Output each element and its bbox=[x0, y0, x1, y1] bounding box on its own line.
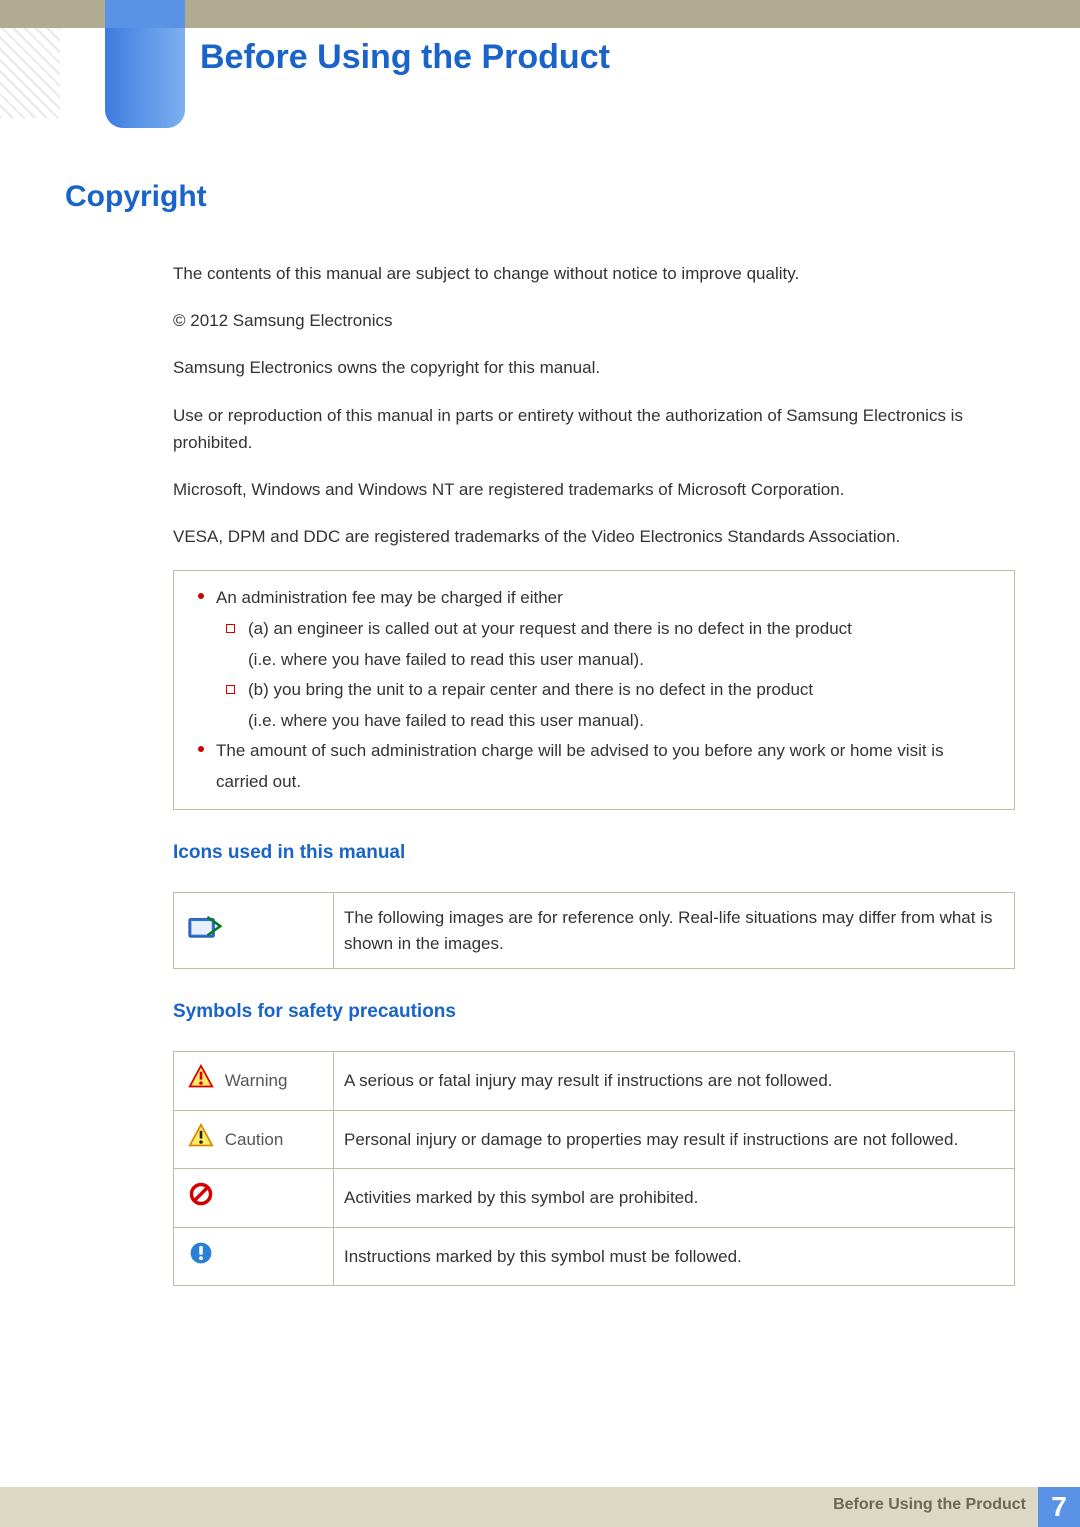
list-item: An administration fee may be charged if … bbox=[188, 583, 1000, 614]
chapter-title: Before Using the Product bbox=[200, 38, 610, 77]
table-cell: Instructions marked by this symbol must … bbox=[334, 1227, 1015, 1286]
table-row: Activities marked by this symbol are pro… bbox=[174, 1169, 1015, 1228]
list-item: (i.e. where you have failed to read this… bbox=[188, 645, 1000, 676]
footer-title: Before Using the Product bbox=[833, 1496, 1026, 1514]
symbols-table: Warning A serious or fatal injury may re… bbox=[173, 1051, 1015, 1286]
paragraph: Use or reproduction of this manual in pa… bbox=[173, 402, 1015, 456]
icons-table: The following images are for reference o… bbox=[173, 892, 1015, 969]
icon-label: Warning bbox=[225, 1071, 288, 1090]
table-cell: A serious or fatal injury may result if … bbox=[334, 1052, 1015, 1111]
list-item: (i.e. where you have failed to read this… bbox=[188, 706, 1000, 737]
prohibited-icon bbox=[188, 1181, 214, 1215]
list-item: The amount of such administration charge… bbox=[188, 736, 1000, 797]
icon-label: Caution bbox=[225, 1130, 284, 1149]
icon-cell: Caution bbox=[174, 1110, 334, 1169]
icon-cell bbox=[174, 1169, 334, 1228]
page-number: 7 bbox=[1038, 1487, 1080, 1527]
table-cell: Personal injury or damage to properties … bbox=[334, 1110, 1015, 1169]
table-row: The following images are for reference o… bbox=[174, 893, 1015, 969]
table-row: Instructions marked by this symbol must … bbox=[174, 1227, 1015, 1286]
paragraph: The contents of this manual are subject … bbox=[173, 260, 1015, 287]
subsection-title: Symbols for safety precautions bbox=[173, 1001, 1015, 1023]
table-row: Caution Personal injury or damage to pro… bbox=[174, 1110, 1015, 1169]
paragraph: © 2012 Samsung Electronics bbox=[173, 307, 1015, 334]
section-title: Copyright bbox=[65, 180, 1015, 214]
footer-bar: Before Using the Product 7 bbox=[0, 1487, 1080, 1527]
icon-cell bbox=[174, 1227, 334, 1286]
table-cell: The following images are for reference o… bbox=[334, 893, 1015, 969]
table-row: Warning A serious or fatal injury may re… bbox=[174, 1052, 1015, 1111]
table-cell: Activities marked by this symbol are pro… bbox=[334, 1169, 1015, 1228]
must-follow-icon bbox=[188, 1240, 214, 1274]
body-text: The contents of this manual are subject … bbox=[173, 260, 1015, 1286]
chapter-header: Before Using the Product bbox=[0, 28, 1080, 128]
list-item: (a) an engineer is called out at your re… bbox=[188, 614, 1000, 645]
paragraph: VESA, DPM and DDC are registered tradema… bbox=[173, 523, 1015, 550]
list-item: (b) you bring the unit to a repair cente… bbox=[188, 675, 1000, 706]
paragraph: Samsung Electronics owns the copyright f… bbox=[173, 354, 1015, 381]
icon-cell: Warning bbox=[174, 1052, 334, 1111]
note-icon bbox=[188, 914, 222, 948]
subsection-title: Icons used in this manual bbox=[173, 842, 1015, 864]
top-accent-bar bbox=[0, 0, 1080, 28]
top-accent-tab bbox=[105, 0, 185, 28]
icon-cell bbox=[174, 893, 334, 969]
caution-icon bbox=[188, 1123, 214, 1157]
chapter-tab-shape bbox=[105, 28, 185, 128]
paragraph: Microsoft, Windows and Windows NT are re… bbox=[173, 476, 1015, 503]
warning-icon bbox=[188, 1064, 214, 1098]
admin-fee-box: An administration fee may be charged if … bbox=[173, 570, 1015, 810]
